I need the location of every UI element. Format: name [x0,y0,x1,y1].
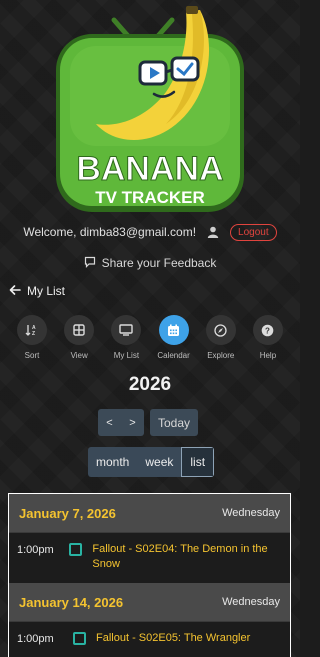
prev-next-group: < > [98,409,144,436]
breadcrumb-label: My List [27,284,66,298]
svg-text:Z: Z [32,331,35,337]
day-weekday[interactable]: Wednesday [222,507,280,519]
today-button[interactable]: Today [150,409,199,436]
event-marker-icon [69,543,83,556]
next-button[interactable]: > [121,409,144,436]
event-marker-icon [73,632,86,645]
arrow-left-icon [9,284,21,298]
month-view-button[interactable]: month [88,447,138,477]
feedback-link[interactable]: Share your Feedback [0,254,300,272]
event-row[interactable]: 1:00pm Fallout - S02E05: The Wrangler [9,621,290,657]
calendar-list: January 7, 2026 Wednesday 1:00pm Fallout… [8,493,291,657]
feedback-label: Share your Feedback [101,256,217,270]
sort-label: Sort [24,351,40,360]
prev-button[interactable]: < [98,409,121,436]
event-title[interactable]: Fallout - S02E05: The Wrangler [96,631,250,646]
event-time: 1:00pm [17,633,54,645]
explore-label: Explore [207,351,235,360]
event-title[interactable]: Fallout - S02E04: The Demon in the Snow [92,542,282,572]
logo-line2: TV TRACKER [95,188,205,207]
list-view-button[interactable]: list [181,447,215,477]
logout-button[interactable]: Logout [230,223,277,241]
calendar-icon [158,315,189,345]
app-logo: BANANA TV TRACKER [50,4,250,214]
calendar-button[interactable]: Calendar [152,315,196,365]
welcome-text: Welcome, dimba83@gmail.com! [23,225,197,239]
explore-button[interactable]: Explore [199,315,243,365]
calendar-year-title: 2026 [128,374,172,395]
event-time: 1:00pm [17,544,54,556]
svg-text:?: ? [265,326,270,335]
user-icon[interactable] [206,225,220,239]
calendar-nav: < > Today [98,409,199,436]
day-date[interactable]: January 7, 2026 [19,506,116,521]
comment-icon [84,256,96,271]
help-button[interactable]: ? Help [246,315,290,365]
event-row[interactable]: 1:00pm Fallout - S02E04: The Demon in th… [9,532,290,583]
my-list-label: My List [113,351,140,360]
view-label: View [70,351,88,360]
back-to-my-list[interactable]: My List [9,283,65,299]
logo-line1: BANANA [76,150,223,188]
day-date[interactable]: January 14, 2026 [19,595,123,610]
week-view-button[interactable]: week [137,447,182,477]
account-row: Welcome, dimba83@gmail.com! Logout [0,222,300,242]
view-switcher: month week list [88,447,215,477]
tv-icon [111,315,142,345]
my-list-button[interactable]: My List [104,315,148,365]
calendar-label: Calendar [157,351,190,360]
day-weekday[interactable]: Wednesday [222,596,280,608]
view-button[interactable]: View [57,315,101,365]
help-icon: ? [252,315,283,345]
toolbar: AZ Sort View My List Calendar Explore ? … [10,315,290,365]
day-header: January 7, 2026 Wednesday [9,494,290,532]
sort-button[interactable]: AZ Sort [10,315,54,365]
day-header: January 14, 2026 Wednesday [9,583,290,621]
compass-icon [205,315,236,345]
sort-icon: AZ [17,315,47,345]
grid-icon [64,315,95,345]
help-label: Help [259,351,277,360]
